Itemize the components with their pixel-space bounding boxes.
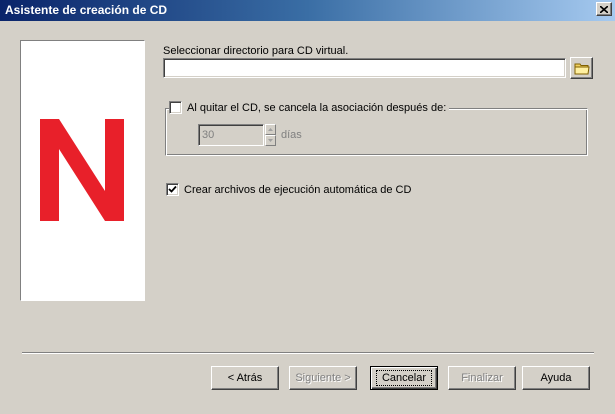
days-input[interactable] — [198, 124, 264, 146]
cancel-button[interactable]: Cancelar — [370, 366, 438, 390]
days-unit-label: días — [281, 129, 302, 141]
browse-folder-button[interactable] — [570, 57, 593, 79]
unlink-checkbox-row[interactable]: Al quitar el CD, se cancela la asociació… — [169, 101, 450, 114]
spin-down-icon — [268, 139, 273, 142]
checkmark-icon — [168, 185, 177, 193]
finish-button[interactable]: Finalizar — [448, 366, 516, 390]
autorun-checkbox[interactable] — [166, 183, 179, 196]
folder-icon — [574, 63, 590, 74]
days-spin-up-button[interactable] — [265, 124, 276, 135]
button-separator — [22, 352, 594, 354]
back-button[interactable]: < Atrás — [211, 366, 279, 390]
autorun-checkbox-row[interactable]: Crear archivos de ejecución automática d… — [166, 183, 415, 196]
directory-input[interactable] — [163, 58, 566, 78]
brand-logo-panel — [20, 40, 145, 301]
cd-wizard-window: Asistente de creación de CD Seleccionar … — [0, 0, 615, 414]
next-button[interactable]: Siguiente > — [289, 366, 357, 390]
title-bar[interactable]: Asistente de creación de CD — [0, 0, 615, 21]
spin-up-icon — [268, 128, 273, 131]
autorun-checkbox-label: Crear archivos de ejecución automática d… — [184, 183, 412, 196]
directory-label: Seleccionar directorio para CD virtual. — [163, 45, 349, 57]
window-title: Asistente de creación de CD — [5, 3, 168, 17]
unlink-checkbox-label: Al quitar el CD, se cancela la asociació… — [187, 101, 447, 114]
unlink-checkbox[interactable] — [169, 101, 182, 114]
days-spin-down-button[interactable] — [265, 135, 276, 146]
close-button[interactable] — [596, 2, 612, 16]
novell-n-logo-icon — [40, 119, 124, 221]
help-button[interactable]: Ayuda — [522, 366, 590, 390]
close-icon — [600, 5, 608, 13]
cancel-button-label: Cancelar — [375, 370, 433, 386]
